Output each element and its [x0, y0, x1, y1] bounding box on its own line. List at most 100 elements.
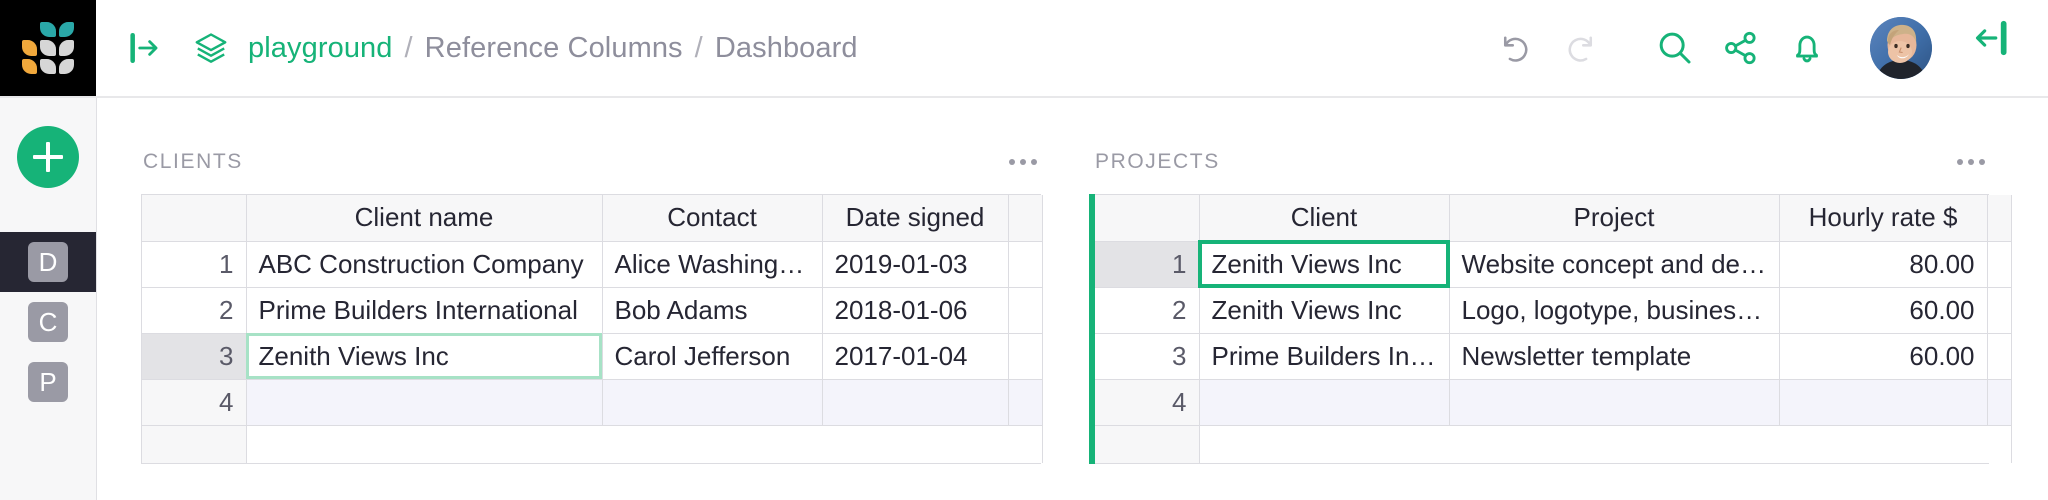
- row-tail: [1987, 241, 2012, 288]
- cell-date-signed[interactable]: 2019-01-03: [822, 241, 1009, 288]
- cell-client[interactable]: Zenith Views Inc: [1199, 287, 1450, 334]
- table-row[interactable]: 2 Prime Builders International Bob Adams…: [142, 287, 1043, 334]
- breadcrumb-page-dashboard[interactable]: Dashboard: [715, 32, 858, 65]
- column-header-date-signed[interactable]: Date signed: [822, 195, 1009, 242]
- breadcrumb-separator: /: [404, 31, 413, 64]
- share-icon[interactable]: [1708, 15, 1774, 81]
- stack-layers-icon[interactable]: [188, 25, 234, 71]
- column-header-contact[interactable]: Contact: [602, 195, 823, 242]
- cell-date-signed[interactable]: 2017-01-04: [822, 333, 1009, 380]
- cell-project[interactable]: Logo, logotype, business…: [1449, 287, 1780, 334]
- undo-icon[interactable]: [1482, 15, 1548, 81]
- top-bar-left: playground / Reference Columns / Dashboa…: [96, 0, 1482, 96]
- row-number[interactable]: 3: [142, 333, 247, 380]
- cell-client-name[interactable]: [246, 379, 603, 426]
- add-column-header[interactable]: [1008, 195, 1043, 242]
- sidebar-item-projects[interactable]: P: [0, 352, 96, 412]
- table-row[interactable]: 1 ABC Construction Company Alice Washing…: [142, 241, 1043, 288]
- add-column-header[interactable]: [1987, 195, 2012, 242]
- row-number[interactable]: 4: [142, 379, 247, 426]
- cell-hourly-rate[interactable]: 60.00: [1779, 287, 1988, 334]
- widget-menu-icon[interactable]: [1007, 153, 1039, 171]
- table-row[interactable]: 2 Zenith Views Inc Logo, logotype, busin…: [1095, 287, 2012, 334]
- cell-project[interactable]: Website concept and des…: [1449, 241, 1780, 288]
- widget-clients[interactable]: CLIENTS Client name Contact Date signed …: [141, 142, 1043, 500]
- corner-cell[interactable]: [142, 195, 247, 242]
- grid-projects: Client Project Hourly rate $ 1 Zenith Vi…: [1095, 194, 2012, 464]
- cell-contact[interactable]: Alice Washington: [602, 241, 823, 288]
- cell-contact[interactable]: Bob Adams: [602, 287, 823, 334]
- row-number[interactable]: 3: [1095, 333, 1200, 380]
- cell-client-name[interactable]: ABC Construction Company: [246, 241, 603, 288]
- cell-date-signed[interactable]: [822, 379, 1009, 426]
- sidebar-item-dashboard[interactable]: D: [0, 232, 96, 292]
- cell-client-name[interactable]: Prime Builders International: [246, 287, 603, 334]
- logo-petal: [58, 40, 74, 56]
- row-tail: [1008, 287, 1043, 334]
- grid-clients: Client name Contact Date signed 1 ABC Co…: [141, 194, 1043, 464]
- widget-header-clients: CLIENTS: [141, 142, 1041, 182]
- redo-icon[interactable]: [1548, 15, 1614, 81]
- cell-hourly-rate[interactable]: 60.00: [1779, 333, 1988, 380]
- page-list: D C P: [0, 232, 96, 412]
- table-row[interactable]: 1 Zenith Views Inc Website concept and d…: [1095, 240, 2012, 288]
- collapse-right-panel-icon[interactable]: [1972, 19, 2030, 77]
- cell-contact[interactable]: Carol Jefferson: [602, 333, 823, 380]
- search-icon[interactable]: [1642, 15, 1708, 81]
- cell-contact[interactable]: [602, 379, 823, 426]
- column-header-client[interactable]: Client: [1199, 195, 1450, 242]
- table-projects: Client Project Hourly rate $ 1 Zenith Vi…: [1095, 195, 2012, 463]
- widget-title-clients: CLIENTS: [143, 150, 243, 173]
- table-clients: Client name Contact Date signed 1 ABC Co…: [142, 195, 1043, 463]
- sidebar-item-clients[interactable]: C: [0, 292, 96, 352]
- cell-client-name[interactable]: Zenith Views Inc: [246, 333, 603, 380]
- logo-petal: [40, 58, 56, 74]
- cell-client[interactable]: Zenith Views Inc: [1198, 240, 1450, 288]
- cell-hourly-rate[interactable]: 80.00: [1779, 241, 1988, 288]
- app-logo[interactable]: [0, 0, 96, 96]
- column-header-hourly-rate[interactable]: Hourly rate $: [1779, 195, 1988, 242]
- breadcrumb-separator: /: [694, 31, 703, 64]
- row-number[interactable]: 2: [142, 287, 247, 334]
- page-initial-chip: P: [28, 362, 68, 402]
- row-number[interactable]: 4: [1095, 379, 1200, 426]
- cell-project[interactable]: [1449, 379, 1780, 426]
- cell-date-signed[interactable]: 2018-01-06: [822, 287, 1009, 334]
- table-row[interactable]: 3 Prime Builders Int… Newsletter templat…: [1095, 333, 2012, 380]
- dashboard-canvas: CLIENTS Client name Contact Date signed …: [97, 98, 2048, 500]
- row-number[interactable]: 1: [1095, 241, 1200, 288]
- row-number[interactable]: 2: [1095, 287, 1200, 334]
- table-row-new[interactable]: 4: [142, 379, 1043, 426]
- page-initial-chip: D: [28, 242, 68, 282]
- table-footer-row: [1095, 425, 2012, 463]
- cell-client[interactable]: Prime Builders Int…: [1199, 333, 1450, 380]
- logo-petal: [58, 22, 74, 38]
- breadcrumb-page-reference-columns[interactable]: Reference Columns: [425, 32, 683, 65]
- bell-icon[interactable]: [1774, 15, 1840, 81]
- row-tail: [1008, 379, 1043, 426]
- logo-petal: [22, 40, 38, 56]
- table-row-new[interactable]: 4: [1095, 379, 2012, 426]
- body: D C P CLIENTS Client name Contact Date s…: [0, 98, 2048, 500]
- open-left-panel-icon[interactable]: [122, 26, 166, 70]
- widget-menu-icon[interactable]: [1955, 153, 1987, 171]
- cell-client[interactable]: [1199, 379, 1450, 426]
- table-header-row: Client Project Hourly rate $: [1095, 195, 2012, 242]
- breadcrumb-doc[interactable]: playground: [248, 32, 393, 65]
- row-number[interactable]: 1: [142, 241, 247, 288]
- logo-petal: [58, 58, 74, 74]
- add-new-button[interactable]: [17, 126, 79, 188]
- row-tail: [1987, 379, 2012, 426]
- footer-cell: [1199, 425, 2012, 463]
- row-tail: [1987, 287, 2012, 334]
- column-header-project[interactable]: Project: [1449, 195, 1780, 242]
- plus-icon: [33, 142, 63, 172]
- cell-project[interactable]: Newsletter template: [1449, 333, 1780, 380]
- corner-cell[interactable]: [1095, 195, 1200, 242]
- cell-hourly-rate[interactable]: [1779, 379, 1988, 426]
- widget-projects[interactable]: PROJECTS Client Project Hourly rate $ 1 …: [1081, 142, 2012, 500]
- table-row[interactable]: 3 Zenith Views Inc Carol Jefferson 2017-…: [142, 333, 1043, 380]
- app-window: playground / Reference Columns / Dashboa…: [0, 0, 2048, 500]
- column-header-client-name[interactable]: Client name: [246, 195, 603, 242]
- user-avatar[interactable]: [1870, 17, 1932, 79]
